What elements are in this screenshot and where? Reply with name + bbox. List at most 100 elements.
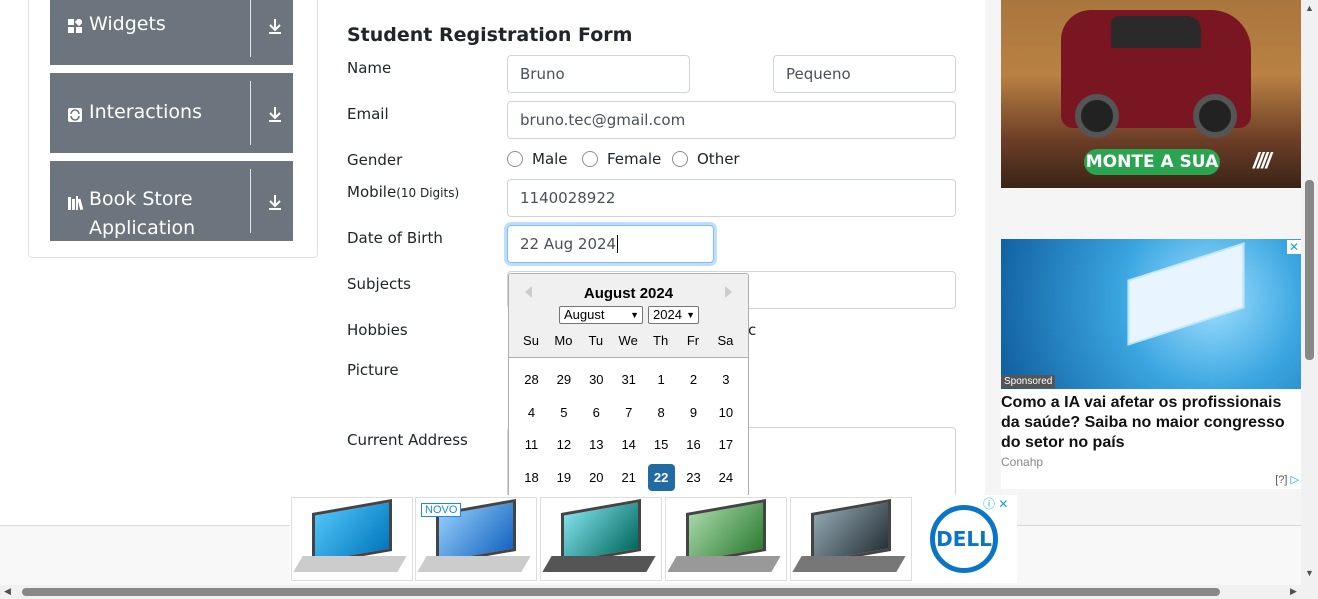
day-cell[interactable]: 13 bbox=[583, 431, 610, 458]
sidebar-group-label-line1: Book Store bbox=[89, 188, 193, 210]
day-cell[interactable]: 11 bbox=[518, 431, 545, 458]
scroll-right-icon[interactable]: ▶ bbox=[1290, 586, 1297, 597]
close-icon[interactable]: ✕ bbox=[1287, 240, 1301, 254]
dob-value: 22 Aug 2024 bbox=[520, 235, 617, 253]
sidebar-group-label: Interactions bbox=[89, 101, 202, 123]
hobbies-label: Hobbies bbox=[347, 321, 408, 339]
scrollbar-thumb[interactable] bbox=[22, 588, 1220, 596]
scroll-up-icon[interactable]: ▲ bbox=[1305, 3, 1314, 13]
vertical-scrollbar[interactable]: ▲ ▼ bbox=[1301, 0, 1318, 585]
sidebar-group-book-store[interactable]: Book Store Application bbox=[50, 161, 293, 241]
day-cell[interactable]: 7 bbox=[615, 399, 642, 426]
sponsored-ad[interactable]: ✕ Sponsored Como a IA vai afetar os prof… bbox=[1001, 239, 1301, 489]
sidebar-group-label: Widgets bbox=[89, 13, 166, 35]
sidebar-group-interactions[interactable]: Interactions bbox=[50, 73, 293, 153]
day-name: Sa bbox=[717, 333, 734, 348]
day-cell[interactable]: 14 bbox=[615, 431, 642, 458]
gender-radio-female[interactable]: Female bbox=[582, 150, 661, 168]
adchoices-triangle-icon: ▷ bbox=[1290, 474, 1299, 486]
adchoices-icon[interactable]: [?] ▷ bbox=[1275, 473, 1299, 486]
sidebar-group-label-line2: Application bbox=[89, 217, 196, 239]
day-cell[interactable]: 4 bbox=[518, 399, 545, 426]
dob-input[interactable]: 22 Aug 2024 bbox=[507, 225, 714, 263]
day-cell[interactable]: 2 bbox=[680, 366, 707, 393]
gender-radio-other[interactable]: Other bbox=[672, 150, 740, 168]
last-name-input[interactable]: Pequeno bbox=[773, 55, 956, 93]
day-cell[interactable]: 20 bbox=[583, 464, 610, 491]
day-cell[interactable]: 16 bbox=[680, 431, 707, 458]
address-label: Current Address bbox=[347, 431, 468, 449]
ad-headline[interactable]: Como a IA vai afetar os profissionais da… bbox=[1001, 393, 1297, 453]
day-cell[interactable]: 6 bbox=[583, 399, 610, 426]
chevron-down-icon: ▼ bbox=[686, 310, 695, 320]
scroll-left-icon[interactable]: ◀ bbox=[4, 586, 11, 597]
car-ad[interactable]: MONTE A SUA //// bbox=[1001, 0, 1301, 188]
laptop-thumb[interactable] bbox=[291, 497, 413, 581]
day-cell[interactable]: 28 bbox=[518, 366, 545, 393]
year-select[interactable]: 2024 ▼ bbox=[648, 306, 699, 324]
divider bbox=[250, 169, 251, 233]
radio-circle[interactable] bbox=[507, 151, 523, 167]
day-cell[interactable]: 22 bbox=[647, 463, 675, 491]
bottom-ad[interactable]: NOVO DELL bbox=[290, 495, 1017, 583]
widgets-icon bbox=[68, 17, 84, 33]
books-icon bbox=[68, 196, 86, 211]
day-cell[interactable]: 10 bbox=[712, 399, 739, 426]
gender-radio-male[interactable]: Male bbox=[507, 150, 568, 168]
year-select-value: 2024 bbox=[653, 307, 682, 322]
day-cell[interactable]: 12 bbox=[550, 431, 577, 458]
first-name-input[interactable]: Bruno bbox=[507, 55, 690, 93]
download-icon[interactable] bbox=[264, 193, 286, 215]
sponsored-badge: Sponsored bbox=[1001, 375, 1056, 388]
day-cell[interactable]: 9 bbox=[680, 399, 707, 426]
email-input[interactable]: bruno.tec@gmail.com bbox=[507, 101, 956, 139]
day-cell[interactable]: 31 bbox=[615, 366, 642, 393]
dell-logo[interactable]: DELL bbox=[930, 505, 998, 573]
day-cell[interactable]: 30 bbox=[583, 366, 610, 393]
day-name: Fr bbox=[686, 333, 700, 348]
interactions-icon bbox=[68, 108, 82, 122]
day-cell[interactable]: 21 bbox=[615, 464, 642, 491]
info-icon[interactable]: ⓘ bbox=[983, 497, 995, 511]
radio-circle[interactable] bbox=[672, 151, 688, 167]
month-select[interactable]: August ▼ bbox=[559, 306, 643, 324]
day-cell[interactable]: 5 bbox=[550, 399, 577, 426]
laptop-thumb[interactable] bbox=[790, 497, 912, 581]
radio-label: Other bbox=[697, 150, 740, 168]
scroll-down-icon[interactable]: ▼ bbox=[1305, 568, 1314, 578]
close-icon[interactable]: ✕ bbox=[998, 497, 1008, 511]
day-cell[interactable]: 17 bbox=[712, 431, 739, 458]
car-ad-cta[interactable]: MONTE A SUA bbox=[1084, 149, 1220, 175]
dob-label: Date of Birth bbox=[347, 229, 443, 247]
day-cell[interactable]: 1 bbox=[648, 366, 675, 393]
day-cell[interactable]: 8 bbox=[648, 399, 675, 426]
day-cell[interactable]: 24 bbox=[712, 464, 739, 491]
laptop-thumb[interactable] bbox=[540, 497, 662, 581]
next-month-icon[interactable] bbox=[725, 286, 732, 298]
sidebar-group-widgets[interactable]: Widgets bbox=[50, 0, 293, 65]
day-cell[interactable]: 18 bbox=[518, 464, 545, 491]
scrollbar-thumb[interactable] bbox=[1305, 180, 1314, 360]
ad-info-close-icons[interactable]: ⓘ ✕ bbox=[983, 495, 1008, 512]
day-cell[interactable]: 19 bbox=[550, 464, 577, 491]
day-cell[interactable]: 3 bbox=[712, 366, 739, 393]
mobile-input[interactable]: 1140028922 bbox=[507, 179, 956, 217]
datepicker-header: August 2024 August ▼ 2024 ▼ Su Mo Tu We Th Fr… bbox=[509, 274, 748, 358]
ad-source: Conahp bbox=[1001, 455, 1044, 469]
laptop-thumb[interactable]: NOVO bbox=[415, 497, 537, 581]
text-cursor bbox=[617, 235, 619, 253]
download-icon[interactable] bbox=[264, 17, 286, 39]
day-cell[interactable]: 23 bbox=[680, 464, 707, 491]
download-icon[interactable] bbox=[264, 105, 286, 127]
picture-label: Picture bbox=[347, 361, 399, 379]
laptop-thumb[interactable] bbox=[665, 497, 787, 581]
laptop-base bbox=[293, 556, 407, 572]
day-cell[interactable]: 15 bbox=[648, 431, 675, 458]
truck-image bbox=[1061, 10, 1251, 138]
email-label: Email bbox=[347, 105, 389, 123]
horizontal-scrollbar[interactable]: ◀ ▶ bbox=[0, 585, 1318, 599]
hobby-label-partial: c bbox=[748, 321, 757, 339]
day-cell[interactable]: 29 bbox=[550, 366, 577, 393]
radio-circle[interactable] bbox=[582, 151, 598, 167]
gender-label: Gender bbox=[347, 151, 403, 169]
